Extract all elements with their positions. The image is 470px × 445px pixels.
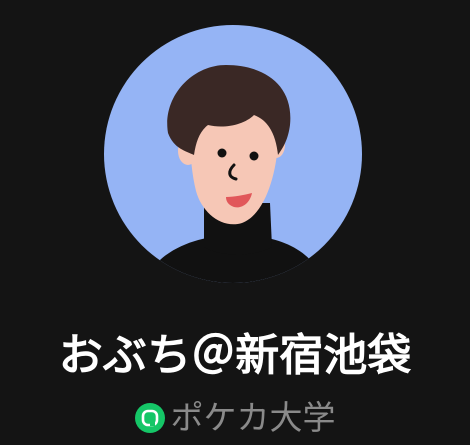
profile-card: おぶち＠新宿池袋 ポケカ大学 [0, 0, 470, 445]
community-logo-icon [134, 403, 165, 433]
community-link[interactable]: ポケカ大学 [0, 396, 470, 440]
person-avatar-icon [144, 65, 326, 283]
community-name: ポケカ大学 [170, 398, 336, 437]
avatar[interactable] [104, 25, 362, 283]
display-name: おぶち＠新宿池袋 [58, 330, 412, 381]
